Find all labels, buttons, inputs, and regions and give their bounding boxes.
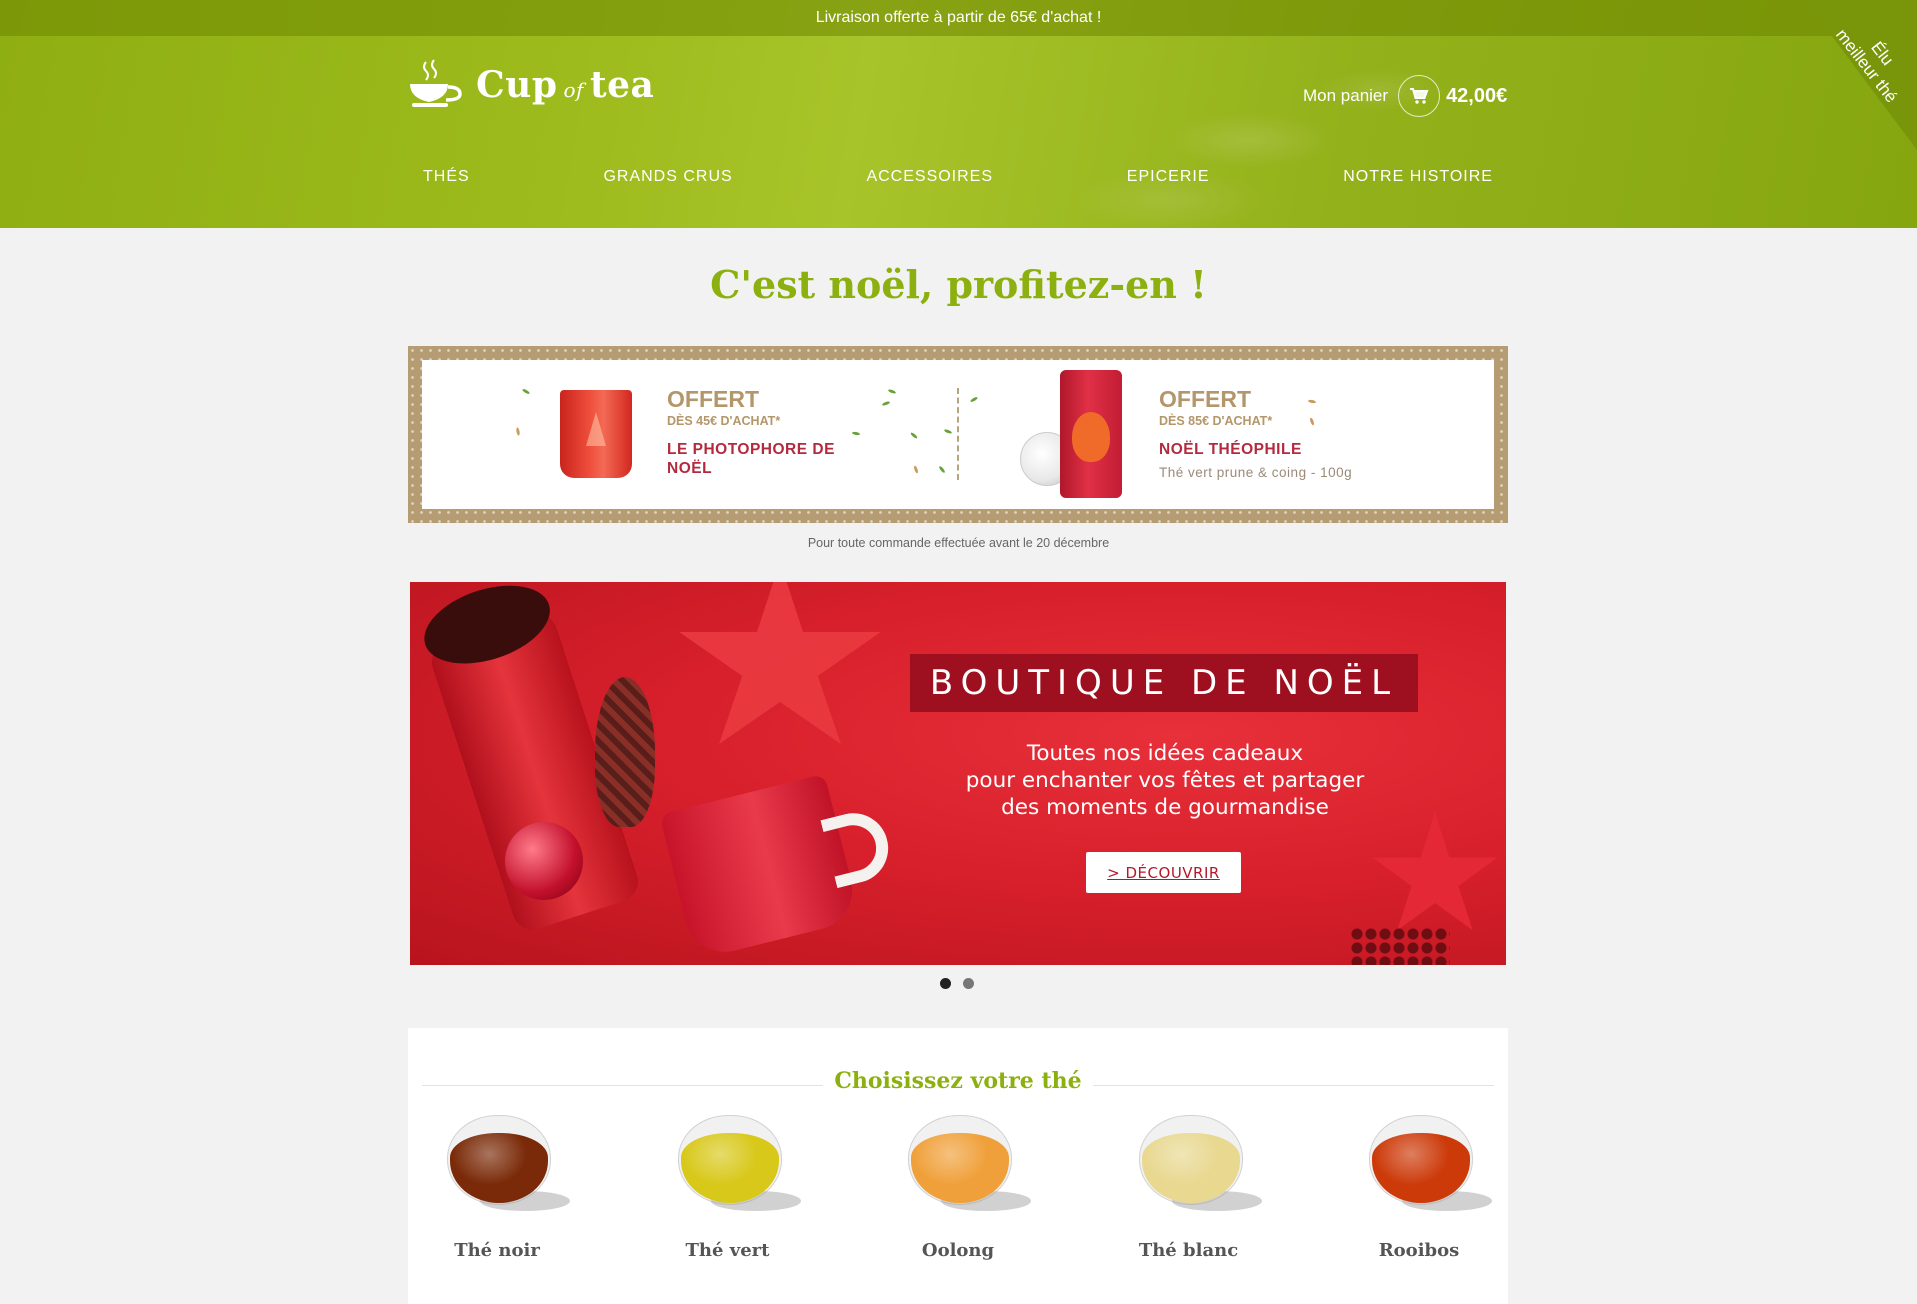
offer-2-product: NOËL THÉOPHILE (1159, 441, 1302, 458)
carousel-dots (940, 978, 974, 989)
choose-tea-section: Choisissez votre thé Thé noir Thé vert Ool… (408, 1028, 1508, 1304)
tea-category-name: Thé vert (685, 1240, 770, 1261)
site-logo[interactable]: Cup of tea (408, 58, 654, 110)
pine-cone-image (595, 677, 655, 827)
tea-category-item[interactable]: Rooibos (1344, 1113, 1494, 1261)
confetti (913, 465, 919, 474)
award-ribbon: Élu meilleur thé (1805, 0, 1917, 150)
nav-item-accessoires[interactable]: ACCESSOIRES (866, 168, 993, 192)
tea-category-name: Oolong (921, 1240, 995, 1261)
hero-subtitle-line: des moments de gourmandise (1001, 795, 1329, 820)
offer-1-product: LE PHOTOPHORE DE NOËL (667, 441, 835, 477)
page-title: C'est noël, profitez-en ! (710, 262, 1207, 307)
section-heading: Choisissez votre thé (408, 1068, 1508, 1094)
offer-theophile: OFFERT DÈS 85€ D'ACHAT* NOËL THÉOPHILE T… (887, 360, 1494, 509)
star-decoration (1372, 812, 1498, 931)
free-shipping-bar: Livraison offerte à partir de 65€ d'acha… (0, 0, 1917, 36)
cart-icon[interactable] (1398, 75, 1441, 117)
nav-item-grands-crus[interactable]: GRANDS CRUS (603, 168, 732, 192)
carousel-dot-1[interactable] (940, 978, 951, 989)
carousel-dot-2[interactable] (963, 978, 974, 989)
cart-label: Mon panier (1303, 86, 1389, 105)
tea-category-name: Thé blanc (1138, 1240, 1239, 1261)
ornament-ball-image (505, 822, 583, 900)
logo-of: of (563, 78, 584, 102)
offer-1-condition: DÈS 45€ D'ACHAT* (667, 414, 781, 428)
cart-total: 42,00€ (1446, 84, 1508, 107)
offer-footnote: Pour toute commande effectuée avant le 2… (807, 536, 1110, 550)
tea-bowl-image (1134, 1113, 1262, 1211)
tea-category-list: Thé noir Thé vert Oolong Thé blanc Rooibos (422, 1113, 1494, 1261)
tea-bowl-image (673, 1113, 801, 1211)
confetti (521, 388, 531, 395)
main-nav: THÉS GRANDS CRUS ACCESSOIRES EPICERIE NO… (408, 168, 1508, 192)
tea-category-item[interactable]: Oolong (883, 1113, 1033, 1261)
offer-2-title: OFFERT (1159, 386, 1251, 412)
offer-photophore: OFFERT DÈS 45€ D'ACHAT* LE PHOTOPHORE DE… (422, 360, 958, 509)
confetti (969, 396, 979, 403)
tea-bowl-image (1364, 1113, 1492, 1211)
offer-inner: OFFERT DÈS 45€ D'ACHAT* LE PHOTOPHORE DE… (422, 360, 1494, 509)
cart-widget[interactable]: Mon panier 42,00€ (1303, 75, 1507, 117)
tea-category-item[interactable]: Thé noir (422, 1113, 572, 1261)
tea-bowl-image (442, 1113, 570, 1211)
tea-category-item[interactable]: Thé vert (653, 1113, 803, 1261)
logo-wordmark: Cup of tea (476, 64, 654, 106)
offer-1-title: OFFERT (667, 386, 759, 412)
star-decoration (679, 582, 881, 744)
nav-item-epicerie[interactable]: EPICERIE (1127, 168, 1210, 192)
confetti (851, 431, 861, 436)
offer-1-text: OFFERT DÈS 45€ D'ACHAT* LE PHOTOPHORE DE… (667, 386, 837, 478)
hero-subtitle: Toutes nos idées cadeaux pour enchanter … (900, 740, 1430, 821)
discover-button[interactable]: > DÉCOUVRIR (1086, 852, 1241, 893)
offer-2-condition: DÈS 85€ D'ACHAT* (1159, 414, 1273, 428)
berries-decoration (1350, 927, 1450, 965)
tea-category-name: Thé noir (454, 1240, 540, 1261)
section-heading-text: Choisissez votre thé (823, 1068, 1093, 1094)
teacup-icon (408, 58, 464, 110)
site-header: Livraison offerte à partir de 65€ d'acha… (0, 0, 1917, 228)
candle-holder-image (560, 390, 632, 478)
logo-tea: tea (589, 64, 655, 106)
logo-cup: Cup (476, 64, 558, 106)
tea-category-item[interactable]: Thé blanc (1114, 1113, 1264, 1261)
gift-offer-banner[interactable]: OFFERT DÈS 45€ D'ACHAT* LE PHOTOPHORE DE… (408, 346, 1508, 523)
free-shipping-text: Livraison offerte à partir de 65€ d'acha… (815, 9, 1102, 26)
confetti (881, 400, 891, 407)
mug-image (659, 773, 861, 961)
offer-2-text: OFFERT DÈS 85€ D'ACHAT* NOËL THÉOPHILE T… (1159, 386, 1352, 480)
hero-subtitle-line: Toutes nos idées cadeaux (1026, 741, 1304, 766)
offer-2-detail: Thé vert prune & coing - 100g (1159, 465, 1353, 480)
confetti (515, 427, 521, 436)
confetti (909, 431, 919, 440)
tea-category-name: Rooibos (1378, 1240, 1460, 1261)
nav-item-notre-histoire[interactable]: NOTRE HISTOIRE (1343, 168, 1493, 192)
hero-subtitle-line: pour enchanter vos fêtes et partager (965, 768, 1365, 793)
tea-bowl-image (903, 1113, 1031, 1211)
nav-item-thes[interactable]: THÉS (423, 168, 470, 192)
hero-title: BOUTIQUE DE NOËL (910, 654, 1418, 712)
christmas-hero-banner[interactable]: BOUTIQUE DE NOËL Toutes nos idées cadeau… (410, 582, 1506, 965)
tea-tin-image (1060, 370, 1122, 498)
